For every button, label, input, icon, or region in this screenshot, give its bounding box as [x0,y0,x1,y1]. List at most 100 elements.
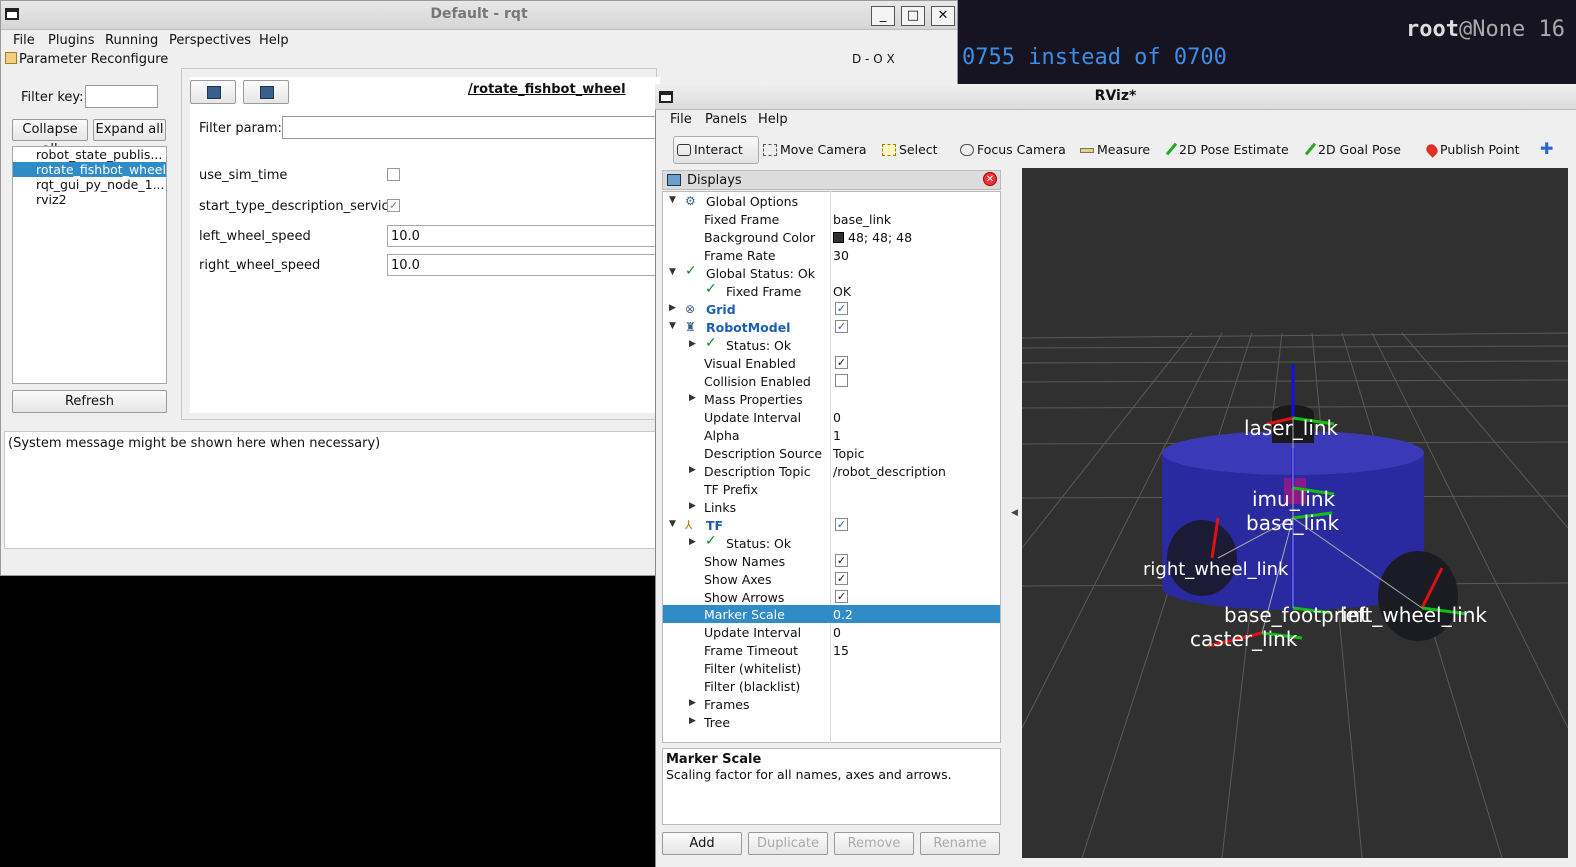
duplicate-display-button[interactable]: Duplicate [748,832,828,855]
tree-row-fixed-frame-status[interactable]: ✓ Fixed Frame OK [663,281,1000,300]
color-swatch [833,232,844,243]
expand-arrow-icon[interactable]: ▶ [689,393,696,403]
add-display-button[interactable]: Add [662,832,742,855]
collapse-all-button[interactable]: Collapse all [12,119,88,157]
save-button[interactable] [243,80,289,104]
expand-arrow-icon[interactable]: ▶ [669,303,676,313]
tree-row-frames[interactable]: ▶ Frames [663,695,1000,713]
filter-param-input[interactable] [282,116,662,139]
tree-row-tf-status[interactable]: ▶ ✓ Status: Ok [663,533,1000,552]
rviz-menu-help[interactable]: Help [758,112,788,127]
tree-row-robotmodel-status[interactable]: ▶ ✓ Status: Ok [663,335,1000,354]
rviz-menu-file[interactable]: File [670,112,692,127]
tree-row-filter-whitelist[interactable]: Filter (whitelist) [663,659,1000,677]
tree-row-update-interval[interactable]: Update Interval 0 [663,408,1000,426]
collapse-arrow-icon[interactable]: ◀ [1011,508,1018,518]
menu-file[interactable]: File [13,33,35,48]
expand-arrow-icon[interactable]: ▶ [689,465,696,475]
maximize-button[interactable]: □ [901,6,925,26]
tree-row-tf[interactable]: ▼ ⅄ TF ✓ [663,516,1000,534]
load-button[interactable] [190,80,236,104]
visual-enabled-checkbox[interactable]: ✓ [835,356,848,369]
node-list-item[interactable]: rviz2 [13,192,166,207]
tree-row-links[interactable]: ▶ Links [663,498,1000,516]
filter-key-input[interactable] [85,85,158,108]
expand-arrow-icon[interactable]: ▶ [689,698,696,708]
expand-arrow-icon[interactable]: ▶ [689,537,696,547]
tree-row-frame-rate[interactable]: Frame Rate 30 [663,246,1000,264]
tree-row-alpha[interactable]: Alpha 1 [663,426,1000,444]
tool-2d-goal-pose[interactable]: 2D Goal Pose [1304,142,1401,157]
tf-enable-checkbox[interactable]: ✓ [835,518,848,531]
tool-measure[interactable]: Measure [1080,142,1150,157]
param-input-left-wheel-speed[interactable]: 10.0 [387,225,662,247]
tree-row-visual-enabled[interactable]: Visual Enabled ✓ [663,354,1000,372]
tree-row-robotmodel[interactable]: ▼ ♜ RobotModel ✓ [663,318,1000,336]
tree-row-filter-blacklist[interactable]: Filter (blacklist) [663,677,1000,695]
tree-row-collision-enabled[interactable]: Collision Enabled [663,372,1000,390]
tool-move-camera[interactable]: Move Camera [763,142,867,157]
tree-row-show-axes[interactable]: Show Axes ✓ [663,570,1000,588]
expand-arrow-icon[interactable]: ▶ [689,501,696,511]
expand-arrow-icon[interactable]: ▼ [669,519,676,529]
tree-row-show-names[interactable]: Show Names ✓ [663,552,1000,570]
node-list-item[interactable]: rqt_gui_py_node_1... [13,177,166,192]
tree-row-tf-update-interval[interactable]: Update Interval 0 [663,623,1000,641]
tree-row-global-options[interactable]: ▼ ⚙ Global Options [663,192,1000,210]
frame-label-right-wheel-link: right_wheel_link [1143,559,1289,580]
tree-row-description-topic[interactable]: ▶ Description Topic/robot_description [663,462,1000,480]
tool-focus-camera[interactable]: Focus Camera [960,142,1066,157]
tree-row-tree[interactable]: ▶ Tree [663,713,1000,731]
rviz-titlebar[interactable]: RViz* [655,84,1576,110]
param-label-use-sim-time: use_sim_time [199,168,288,183]
expand-arrow-icon[interactable]: ▼ [669,267,676,277]
tree-row-global-status[interactable]: ▼ ✓ Global Status: Ok [663,263,1000,282]
close-icon[interactable]: ✕ [983,172,997,186]
menu-plugins[interactable]: Plugins [48,33,95,48]
tree-row-background-color[interactable]: Background Color 48; 48; 48 [663,228,1000,246]
tool-2d-pose-estimate[interactable]: 2D Pose Estimate [1165,142,1289,157]
close-button[interactable]: ✕ [931,6,955,26]
expand-arrow-icon[interactable]: ▶ [689,339,696,349]
expand-all-button[interactable]: Expand all [93,119,166,141]
expand-arrow-icon[interactable]: ▼ [669,321,676,331]
tree-row-mass-properties[interactable]: ▶ Mass Properties [663,390,1000,408]
tool-publish-point[interactable]: Publish Point [1424,142,1520,158]
rqt-titlebar[interactable]: Default - rqt _ □ ✕ [1,1,957,30]
rviz-menu-panels[interactable]: Panels [705,112,747,127]
grid-enable-checkbox[interactable]: ✓ [835,302,848,315]
tree-row-tf-prefix[interactable]: TF Prefix [663,480,1000,498]
remove-display-button[interactable]: Remove [834,832,914,855]
terminal-output-line: 0755 instead of 0700 [962,45,1227,70]
tree-row-description-source[interactable]: Description Source Topic [663,444,1000,462]
tree-row-grid[interactable]: ▶ ⊗ Grid ✓ [663,300,1000,318]
show-arrows-checkbox[interactable]: ✓ [835,590,848,603]
show-names-checkbox[interactable]: ✓ [835,554,848,567]
node-list-item-selected[interactable]: rotate_fishbot_wheel [13,162,166,177]
node-list-item[interactable]: robot_state_publis... [13,147,166,162]
menu-running[interactable]: Running [105,33,158,48]
menu-help[interactable]: Help [259,33,289,48]
collision-enabled-checkbox[interactable] [835,374,848,387]
tree-row-fixed-frame[interactable]: Fixed Frame base_link [663,210,1000,228]
expand-arrow-icon[interactable]: ▶ [689,716,696,726]
menu-perspectives[interactable]: Perspectives [169,33,251,48]
robotmodel-enable-checkbox[interactable]: ✓ [835,320,848,333]
tool-interact[interactable]: Interact [677,142,743,157]
param-checkbox-use-sim-time[interactable] [387,168,400,181]
tree-row-show-arrows[interactable]: Show Arrows ✓ [663,588,1000,606]
dock-controls[interactable]: D - O X [852,52,895,66]
tree-row-frame-timeout[interactable]: Frame Timeout 15 [663,641,1000,659]
add-tool-icon[interactable]: ✚ [1540,139,1553,158]
minimize-button[interactable]: _ [871,6,895,26]
terminal-window[interactable] [958,0,1576,86]
param-checkbox-start-type-description-service[interactable]: ✓ [387,199,400,212]
tool-select[interactable]: Select [882,142,938,157]
rename-display-button[interactable]: Rename [920,832,1000,855]
show-axes-checkbox[interactable]: ✓ [835,572,848,585]
3d-viewport[interactable]: laser_link imu_link base_link right_whee… [1021,168,1569,859]
refresh-button[interactable]: Refresh [12,390,167,413]
param-input-right-wheel-speed[interactable]: 10.0 [387,254,662,276]
expand-arrow-icon[interactable]: ▼ [669,195,676,205]
tree-row-marker-scale-selected[interactable]: Marker Scale 0.2 [663,605,1000,623]
